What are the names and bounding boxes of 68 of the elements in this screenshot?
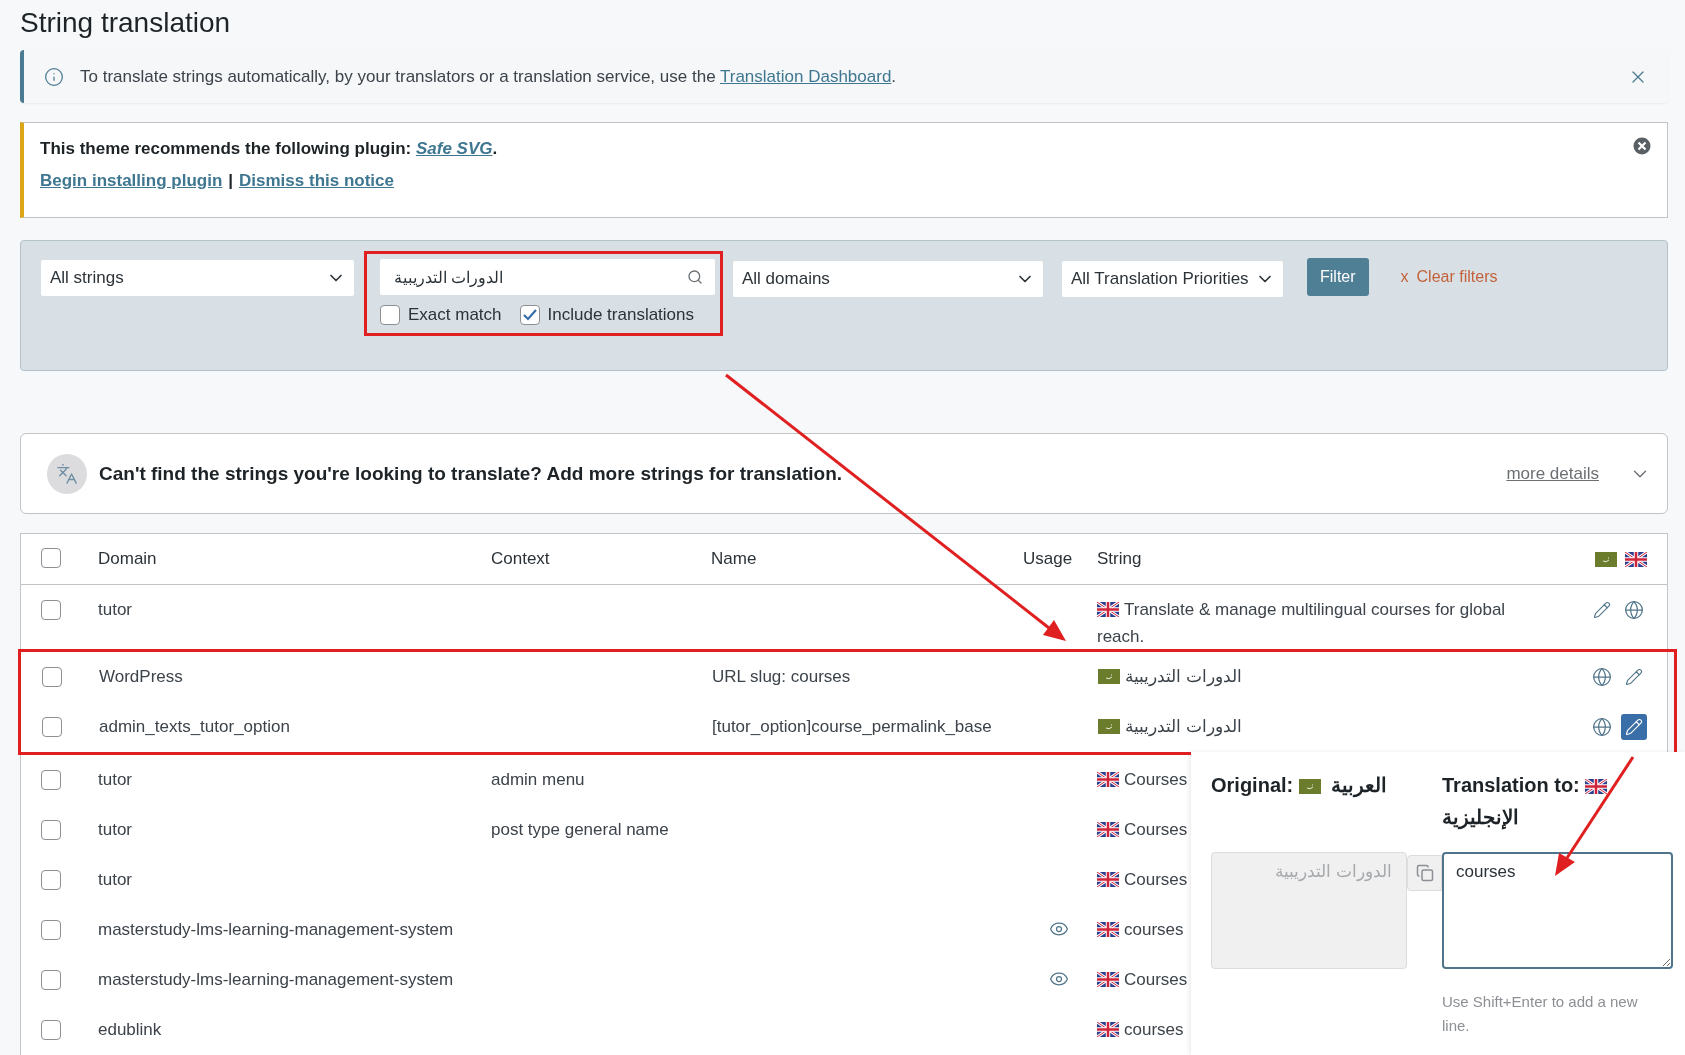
more-details-link[interactable]: more details — [1506, 463, 1599, 484]
context-cell-text: admin menu — [491, 769, 586, 791]
pencil-icon — [1625, 668, 1643, 686]
select-all-checkbox[interactable] — [41, 548, 61, 568]
string-cell-text: Translate & manage multilingual courses for global reach. — [1097, 599, 1507, 648]
domain-cell-text: tutor — [98, 769, 134, 791]
checkbox-label: Exact match — [408, 305, 502, 325]
copy-icon — [1415, 864, 1434, 882]
string-type-select[interactable]: All strings — [41, 260, 354, 296]
string-cell: الدورات التدريبية — [1098, 664, 1557, 691]
install-link[interactable]: Begin installing plugin — [40, 171, 223, 191]
search-field[interactable]: الدورات التدريبية — [380, 259, 715, 295]
notice-text: This theme recommends the following plugin: Safe SVG. — [40, 139, 498, 159]
column-header: Name — [711, 549, 758, 569]
hint-text: Use Shift+Enter to add a new line. — [1442, 992, 1639, 1036]
dismiss-icon[interactable] — [1633, 137, 1651, 155]
globe-icon — [1592, 717, 1612, 737]
dashboard-link[interactable]: Translation Dashboard — [720, 66, 892, 86]
include-translations-checkbox[interactable] — [519, 305, 540, 325]
domain-cell-text: edublink — [98, 1019, 163, 1041]
row-checkbox[interactable] — [41, 1020, 61, 1040]
name-cell-text: URL slug: courses — [712, 666, 852, 688]
domain-cell-text: WordPress — [99, 666, 184, 688]
exact-match-checkbox[interactable] — [380, 305, 400, 325]
row-checkbox[interactable] — [41, 820, 61, 840]
dismiss-link[interactable]: Dismiss this notice — [239, 171, 394, 191]
domain-cell-text: masterstudy-lms-learning-management-system — [98, 919, 455, 941]
row-checkbox[interactable] — [41, 770, 61, 790]
column-header: String — [1097, 549, 1143, 569]
translate-icon — [47, 453, 87, 494]
globe-icon — [1624, 600, 1644, 620]
domain-cell-text: tutor — [98, 869, 134, 891]
row-checkbox[interactable] — [41, 600, 61, 620]
domain-select[interactable]: All domains — [733, 261, 1043, 297]
context-cell-text: post type general name — [491, 819, 670, 841]
page-title: String translation — [20, 6, 232, 40]
domain-cell-text: admin_texts_tutor_option — [99, 716, 291, 738]
search-input[interactable]: الدورات التدريبية — [392, 267, 679, 287]
domain-cell-text: masterstudy-lms-learning-management-system — [98, 969, 455, 991]
pencil-icon — [1625, 718, 1643, 736]
row-checkbox[interactable] — [41, 920, 61, 940]
column-header: Usage — [1022, 549, 1074, 569]
search-icon — [687, 269, 703, 285]
priority-select[interactable]: All Translation Priorities — [1062, 261, 1283, 297]
separator: | — [228, 171, 234, 191]
info-icon — [44, 66, 64, 87]
domain-cell-text: tutor — [98, 819, 134, 841]
plugin-link[interactable]: Safe SVG — [415, 139, 493, 158]
filter-button[interactable]: Filter — [1307, 258, 1369, 296]
name-cell-text: [tutor_option]course_permalink_base — [712, 716, 993, 738]
clear-filters-link[interactable]: x Clear filters — [1400, 268, 1498, 286]
row-checkbox[interactable] — [41, 970, 61, 990]
original-text-box: الدورات التدريبية — [1211, 852, 1407, 969]
pencil-icon — [1593, 601, 1611, 619]
checkbox-label: Include translations — [547, 305, 695, 325]
translation-input[interactable]: courses — [1442, 852, 1673, 969]
row-checkbox[interactable] — [41, 870, 61, 890]
row-checkbox[interactable] — [42, 667, 62, 687]
column-header: Context — [491, 549, 551, 569]
globe-icon — [1592, 667, 1612, 687]
row-checkbox[interactable] — [42, 717, 62, 737]
edit-button[interactable] — [1621, 714, 1647, 740]
add-strings-text: Can't find the strings you're looking to translate? Add more strings for translation. — [99, 462, 844, 485]
column-header: Domain — [98, 549, 158, 569]
domain-cell-text: tutor — [98, 599, 134, 621]
string-cell: الدورات التدريبية — [1098, 714, 1557, 741]
copy-button[interactable] — [1407, 855, 1442, 891]
notice-text: To translate strings automatically, by your translators or a translation service, use the Translation Dashboard. — [80, 66, 898, 87]
